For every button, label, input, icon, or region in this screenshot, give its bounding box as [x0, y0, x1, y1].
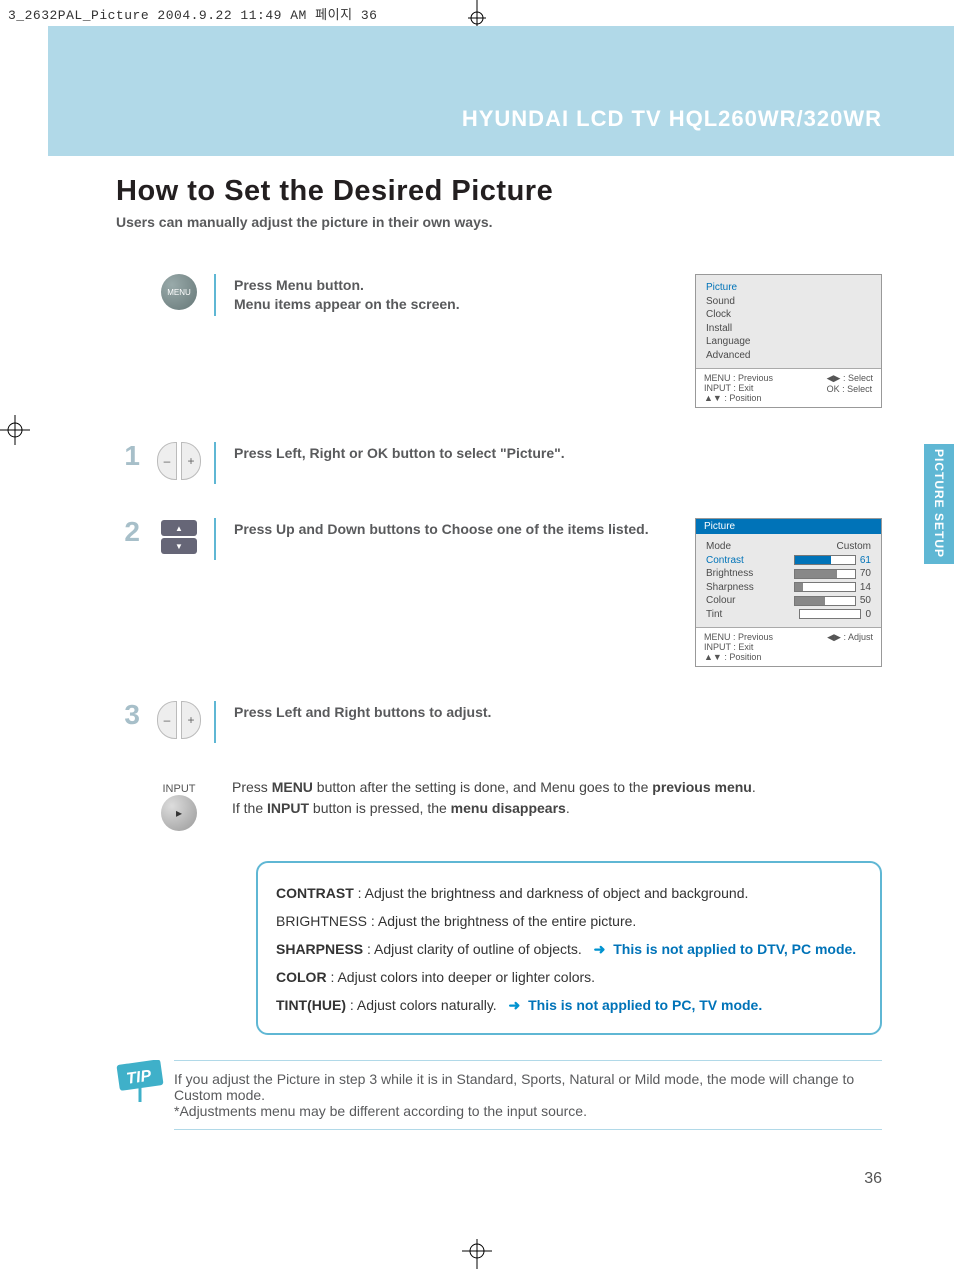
osd2-row: Brightness70	[706, 567, 871, 581]
input-button-icon: ▸	[161, 795, 197, 831]
step-3-text: Press Left and Right buttons to adjust.	[214, 701, 680, 743]
osd-hint: ▲▼ : Position	[704, 652, 827, 662]
content-area: How to Set the Desired Picture Users can…	[116, 175, 882, 1035]
step-1-text: Press Left, Right or OK button to select…	[214, 442, 680, 484]
tip-note: *Adjustments menu may be different accor…	[174, 1103, 587, 1119]
step-number: 3	[116, 701, 140, 729]
arrow-icon: ➜	[594, 941, 606, 957]
osd1-item: Language	[706, 335, 871, 349]
step-menu-line1: Press Menu button.	[234, 277, 364, 293]
step-number: 2	[116, 518, 140, 546]
step-3: 3 –+ Press Left and Right buttons to adj…	[116, 701, 882, 743]
description-box: CONTRAST : Adjust the brightness and dar…	[256, 861, 882, 1035]
product-header: HYUNDAI LCD TV HQL260WR/320WR	[462, 106, 882, 132]
osd1-item: Clock	[706, 308, 871, 322]
osd-picture-menu: Picture ModeCustomContrast61Brightness70…	[695, 518, 882, 667]
left-crop-mark	[0, 415, 30, 445]
tip-text: If you adjust the Picture in step 3 whil…	[174, 1071, 854, 1103]
section-tab: PICTURE SETUP	[924, 444, 954, 564]
page-number: 36	[864, 1170, 882, 1188]
osd2-row: Tint0	[706, 608, 871, 622]
page: 3_2632PAL_Picture 2004.9.22 11:49 AM 페이지…	[0, 0, 954, 1269]
step-1: 1 –+ Press Left, Right or OK button to s…	[116, 442, 882, 484]
step-final: INPUT ▸ Press MENU button after the sett…	[116, 777, 882, 831]
osd-hint: INPUT : Exit	[704, 642, 827, 652]
osd-hint: INPUT : Exit	[704, 383, 827, 393]
osd1-item: Picture	[706, 281, 871, 295]
tip-flag-icon: TIP	[116, 1060, 168, 1130]
osd-hint: MENU : Previous	[704, 373, 827, 383]
osd2-row: Sharpness14	[706, 581, 871, 595]
arrow-icon: ➜	[508, 997, 520, 1013]
step-menu-line2: Menu items appear on the screen.	[234, 296, 460, 312]
step-menu: MENU Press Menu button. Menu items appea…	[116, 274, 882, 408]
page-title: How to Set the Desired Picture	[116, 175, 882, 208]
tip-block: TIP If you adjust the Picture in step 3 …	[116, 1060, 882, 1130]
svg-text:TIP: TIP	[125, 1067, 152, 1087]
osd-hint: ▲▼ : Position	[704, 393, 827, 403]
osd-hint: ◀▶ : Adjust	[827, 632, 873, 643]
input-label: INPUT	[163, 783, 196, 795]
osd2-row: ModeCustom	[706, 540, 871, 554]
step-2-text: Press Up and Down buttons to Choose one …	[214, 518, 680, 560]
osd2-row: Colour50	[706, 594, 871, 608]
page-subtitle: Users can manually adjust the picture in…	[116, 214, 882, 230]
step-2: 2 ▲▼ Press Up and Down buttons to Choose…	[116, 518, 882, 667]
osd-main-menu: Picture Sound Clock Install Language Adv…	[695, 274, 882, 408]
up-down-buttons-icon: ▲▼	[161, 518, 197, 556]
osd-hint: OK : Select	[827, 384, 873, 394]
left-right-buttons-icon: –+	[157, 701, 201, 739]
final-instruction: Press MENU button after the setting is d…	[232, 777, 882, 819]
osd1-item: Sound	[706, 295, 871, 309]
bottom-crop-mark	[462, 1239, 492, 1269]
menu-button-icon: MENU	[161, 274, 197, 310]
top-crop-mark	[462, 0, 492, 26]
osd-hint: ◀▶ : Select	[827, 373, 873, 384]
osd1-item: Install	[706, 322, 871, 336]
osd-hint: MENU : Previous	[704, 632, 827, 642]
step-number: 1	[116, 442, 140, 470]
left-right-buttons-icon: –+	[157, 442, 201, 480]
osd1-item: Advanced	[706, 349, 871, 363]
osd2-title: Picture	[696, 519, 881, 534]
header-band	[48, 26, 954, 156]
osd2-row: Contrast61	[706, 554, 871, 568]
